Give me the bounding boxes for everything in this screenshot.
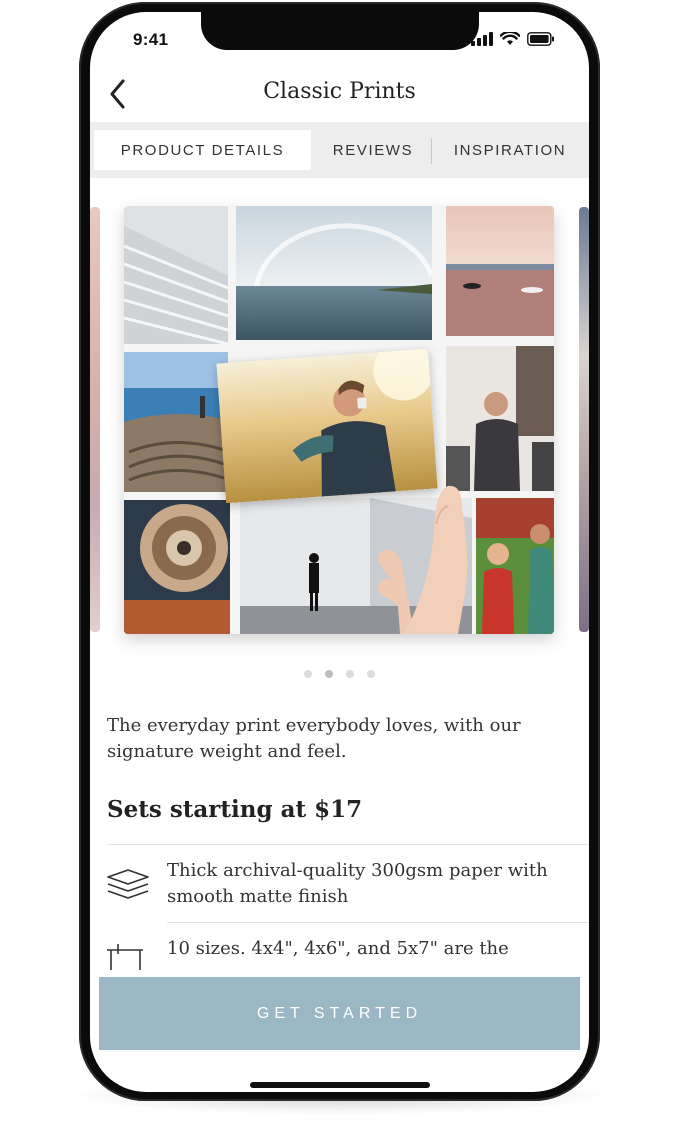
home-indicator xyxy=(250,1082,430,1088)
next-slide-peek[interactable] xyxy=(579,207,589,632)
product-collage-image xyxy=(124,206,554,634)
page-title: Classic Prints xyxy=(263,79,416,104)
tab-product-details[interactable]: PRODUCT DETAILS xyxy=(94,130,311,170)
tab-reviews[interactable]: REVIEWS xyxy=(318,130,428,170)
battery-icon xyxy=(527,32,554,46)
photo-dome-ceiling xyxy=(124,500,230,634)
photo-beach-rocks xyxy=(124,352,228,492)
tab-bar: PRODUCT DETAILS REVIEWS INSPIRATION xyxy=(90,122,589,178)
previous-slide-peek[interactable] xyxy=(90,207,100,632)
signal-icon xyxy=(471,32,493,46)
pagination-dot[interactable] xyxy=(304,670,312,678)
ruler-icon xyxy=(107,944,143,970)
wifi-icon xyxy=(500,32,520,45)
divider xyxy=(167,922,589,923)
photo-boats-sunset xyxy=(446,206,554,336)
status-time: 9:41 xyxy=(133,30,169,49)
carousel-pagination xyxy=(90,670,589,678)
phone-frame: 9:41 Classic Prints PRODUCT DETAILS REVI… xyxy=(79,2,600,1101)
photo-rainbow-lake xyxy=(236,206,432,340)
tab-inspiration[interactable]: INSPIRATION xyxy=(434,130,586,170)
get-started-button[interactable]: GET STARTED xyxy=(99,977,580,1050)
tab-divider xyxy=(431,138,432,164)
pagination-dot-active[interactable] xyxy=(325,670,333,678)
feature-paper-quality: Thick archival-quality 300gsm paper with… xyxy=(167,860,548,907)
price-heading: Sets starting at $17 xyxy=(107,796,363,823)
hand-holding-photo xyxy=(374,468,474,634)
product-description: The everyday print everybody loves, with… xyxy=(107,715,521,762)
feature-sizes: 10 sizes. 4x4", 4x6", and 5x7" are the xyxy=(167,938,509,959)
image-carousel[interactable] xyxy=(90,200,589,640)
layers-icon xyxy=(107,869,149,899)
nav-bar: Classic Prints xyxy=(90,74,589,124)
pagination-dot[interactable] xyxy=(346,670,354,678)
photo-children xyxy=(476,498,554,634)
photo-architecture xyxy=(124,206,228,344)
screen: 9:41 Classic Prints PRODUCT DETAILS REVI… xyxy=(90,12,589,1092)
divider xyxy=(107,844,589,845)
notch xyxy=(201,12,479,50)
status-icons xyxy=(471,32,555,46)
pagination-dot[interactable] xyxy=(367,670,375,678)
